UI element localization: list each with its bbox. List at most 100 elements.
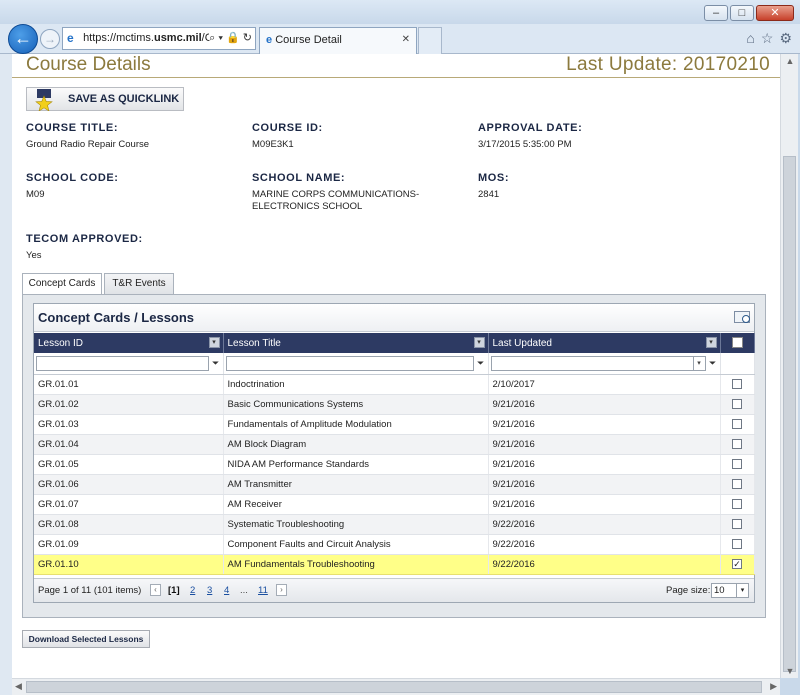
export-search-icon[interactable] xyxy=(734,311,750,323)
scroll-right-arrow-icon[interactable]: ▶ xyxy=(770,681,777,692)
page-link-2[interactable]: 2 xyxy=(190,585,195,596)
row-checkbox[interactable] xyxy=(732,418,742,429)
favorites-star-icon[interactable]: ☆ xyxy=(761,30,774,47)
last-updated-cell: 9/22/2016 xyxy=(488,514,721,535)
filter-cell xyxy=(720,353,755,375)
lesson-title-filter-input[interactable] xyxy=(225,355,474,371)
settings-gear-icon[interactable]: ⚙ xyxy=(779,30,792,47)
address-bar[interactable]: e https://mctims.usmc.mil/Cu ⌕ ▾ 🔒 ↻ xyxy=(62,27,256,50)
column-menu-icon[interactable]: ▾ xyxy=(473,337,485,348)
table-row[interactable]: GR.01.02 Basic Communications Systems 9/… xyxy=(34,394,755,415)
filter-funnel-icon[interactable]: ⏷ xyxy=(476,358,485,369)
column-menu-icon[interactable]: ▾ xyxy=(208,337,220,348)
download-selected-lessons-button[interactable]: Download Selected Lessons xyxy=(22,630,150,648)
row-checkbox[interactable] xyxy=(732,378,742,389)
select-cell xyxy=(720,434,755,455)
lesson-title-cell: Fundamentals of Amplitude Modulation xyxy=(223,414,489,435)
column-label: Lesson ID xyxy=(38,337,84,349)
last-updated-filter-input[interactable]: ▾ xyxy=(490,355,706,371)
grid-title: Concept Cards / Lessons xyxy=(38,310,195,325)
page-link-3[interactable]: 3 xyxy=(207,585,212,596)
forward-button[interactable]: → xyxy=(40,29,60,49)
concept-cards-panel: Concept Cards / Lessons Lesson ID ▾ Less… xyxy=(22,294,766,618)
filter-funnel-icon[interactable]: ⏷ xyxy=(211,358,220,369)
table-row[interactable]: GR.01.06 AM Transmitter 9/21/2016 xyxy=(34,474,755,495)
row-checkbox-checked[interactable]: ✓ xyxy=(732,558,742,569)
maximize-button[interactable]: □ xyxy=(730,5,754,21)
page-link-4[interactable]: 4 xyxy=(224,585,229,596)
select-cell xyxy=(720,374,755,395)
last-updated-cell: 9/22/2016 xyxy=(488,554,721,575)
last-update-label: Last Update: 20170210 xyxy=(566,54,770,75)
minimize-button[interactable]: – xyxy=(704,5,728,21)
table-row[interactable]: GR.01.07 AM Receiver 9/21/2016 xyxy=(34,494,755,515)
column-header-lesson-title[interactable]: Lesson Title ▾ xyxy=(223,333,489,353)
column-menu-icon[interactable]: ▾ xyxy=(705,337,717,348)
page-viewport: Course Details Last Update: 20170210 SAV… xyxy=(12,54,780,678)
lesson-title-cell: Indoctrination xyxy=(223,374,489,395)
tab-concept-cards[interactable]: Concept Cards xyxy=(22,273,102,296)
row-checkbox[interactable] xyxy=(732,478,742,489)
table-row[interactable]: GR.01.08 Systematic Troubleshooting 9/22… xyxy=(34,514,755,535)
horizontal-scrollbar[interactable]: ◀ ▶ xyxy=(12,678,780,695)
tab-tr-events[interactable]: T&R Events xyxy=(104,273,174,295)
chevron-down-icon[interactable]: ▾ xyxy=(736,584,748,597)
column-label: Lesson Title xyxy=(227,337,281,349)
last-updated-cell: 9/21/2016 xyxy=(488,394,721,415)
row-checkbox[interactable] xyxy=(732,498,742,509)
lesson-title-cell: Basic Communications Systems xyxy=(223,394,489,415)
select-cell xyxy=(720,414,755,435)
scroll-up-arrow-icon[interactable]: ▲ xyxy=(784,56,796,66)
filter-row: ⏷ ⏷ ▾ ⏷ xyxy=(34,353,755,375)
table-row[interactable]: GR.01.09 Component Faults and Circuit An… xyxy=(34,534,755,555)
header-divider xyxy=(12,77,780,78)
column-header-select-all[interactable] xyxy=(720,333,755,353)
table-row[interactable]: GR.01.04 AM Block Diagram 9/21/2016 xyxy=(34,434,755,455)
lesson-id-cell: GR.01.03 xyxy=(34,414,224,435)
row-checkbox[interactable] xyxy=(732,438,742,449)
close-window-button[interactable]: ✕ xyxy=(756,5,794,21)
select-all-checkbox[interactable] xyxy=(731,337,743,349)
lesson-id-cell: GR.01.01 xyxy=(34,374,224,395)
url-host: usmc.mil xyxy=(153,32,202,44)
school-name-value-line2: ELECTRONICS SCHOOL xyxy=(252,201,363,212)
ie-icon: e xyxy=(67,30,74,45)
row-checkbox[interactable] xyxy=(732,458,742,469)
column-header-lesson-id[interactable]: Lesson ID ▾ xyxy=(34,333,224,353)
scroll-left-arrow-icon[interactable]: ◀ xyxy=(15,681,22,692)
save-as-quicklink-button[interactable]: SAVE AS QUICKLINK xyxy=(26,87,184,111)
medal-star-icon xyxy=(35,89,53,111)
row-checkbox[interactable] xyxy=(732,538,742,549)
school-name-field: SCHOOL NAME: MARINE CORPS COMMUNICATIONS… xyxy=(252,172,419,213)
row-checkbox[interactable] xyxy=(732,398,742,409)
row-checkbox[interactable] xyxy=(732,518,742,529)
horizontal-scroll-thumb[interactable] xyxy=(26,681,762,693)
table-row[interactable]: GR.01.03 Fundamentals of Amplitude Modul… xyxy=(34,414,755,435)
course-title-label: COURSE TITLE: xyxy=(26,122,119,134)
filter-funnel-icon[interactable]: ⏷ xyxy=(708,358,717,369)
vertical-scroll-thumb[interactable] xyxy=(783,156,796,672)
tab-favicon-icon: e xyxy=(266,34,273,46)
course-id-value: M09E3K1 xyxy=(252,139,294,150)
table-row[interactable]: GR.01.05 NIDA AM Performance Standards 9… xyxy=(34,454,755,475)
prev-page-button[interactable]: ‹ xyxy=(150,584,161,596)
vertical-scrollbar[interactable]: ▲ ▼ xyxy=(780,54,798,678)
tab-close-icon[interactable]: ✕ xyxy=(402,28,410,52)
scroll-down-arrow-icon[interactable]: ▼ xyxy=(784,666,796,676)
window-controls: – □ ✕ xyxy=(704,5,794,21)
back-button[interactable]: ← xyxy=(8,24,38,54)
page-link-11[interactable]: 11 xyxy=(258,585,268,596)
table-row-selected[interactable]: GR.01.10 AM Fundamentals Troubleshooting… xyxy=(34,554,755,575)
page-header: Course Details Last Update: 20170210 xyxy=(26,54,770,78)
lesson-id-filter-input[interactable] xyxy=(36,355,209,371)
chevron-down-icon[interactable]: ▾ xyxy=(692,356,705,370)
browser-tab-course-detail[interactable]: e Course Detail ✕ xyxy=(259,27,417,54)
page-size-select[interactable]: 10 ▾ xyxy=(711,583,749,598)
table-row[interactable]: GR.01.01 Indoctrination 2/10/2017 xyxy=(34,374,755,395)
browser-toolbar-icons: ⌂ ☆ ⚙ xyxy=(746,30,792,47)
home-icon[interactable]: ⌂ xyxy=(746,30,754,47)
column-header-last-updated[interactable]: Last Updated ▾ xyxy=(488,333,721,353)
address-tools-icons[interactable]: ⌕ ▾ 🔒 ↻ xyxy=(209,28,252,49)
new-tab-button[interactable] xyxy=(418,27,442,54)
next-page-button[interactable]: › xyxy=(276,584,287,596)
